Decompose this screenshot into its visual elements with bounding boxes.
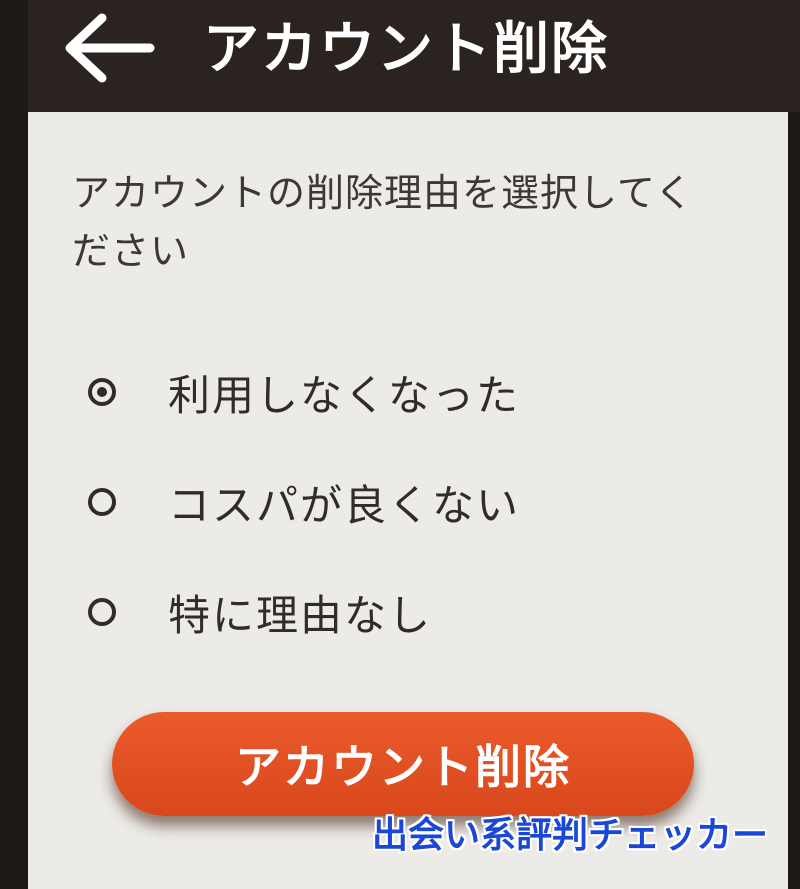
radio-button[interactable] [88, 598, 116, 626]
page-title: アカウント削除 [203, 17, 609, 82]
reason-option-not-using[interactable]: 利用しなくなった [88, 337, 728, 447]
app-screen: アカウント削除 アカウントの削除理由を選択してください 利用しなくなった コスパ… [0, 0, 800, 889]
main-content: アカウントの削除理由を選択してください 利用しなくなった コスパが良くない 特に… [28, 112, 788, 889]
arrow-left-icon [65, 13, 155, 83]
reason-radio-group: 利用しなくなった コスパが良くない 特に理由なし [88, 337, 728, 667]
delete-account-button-label: アカウント削除 [235, 740, 571, 794]
delete-account-button[interactable]: アカウント削除 [112, 712, 694, 816]
app-header: アカウント削除 [28, 0, 800, 112]
reason-label: 利用しなくなった [168, 370, 521, 420]
watermark-text: 出会い系評判チェッカー [372, 815, 769, 856]
back-button[interactable] [58, 8, 158, 88]
reason-option-poor-value[interactable]: コスパが良くない [88, 447, 728, 557]
radio-button-checked[interactable] [88, 378, 116, 406]
instruction-text: アカウントの削除理由を選択してください [72, 171, 694, 273]
reason-label: 特に理由なし [168, 590, 433, 640]
radio-button[interactable] [88, 488, 116, 516]
reason-label: コスパが良くない [168, 480, 521, 530]
reason-option-no-reason[interactable]: 特に理由なし [88, 557, 728, 667]
